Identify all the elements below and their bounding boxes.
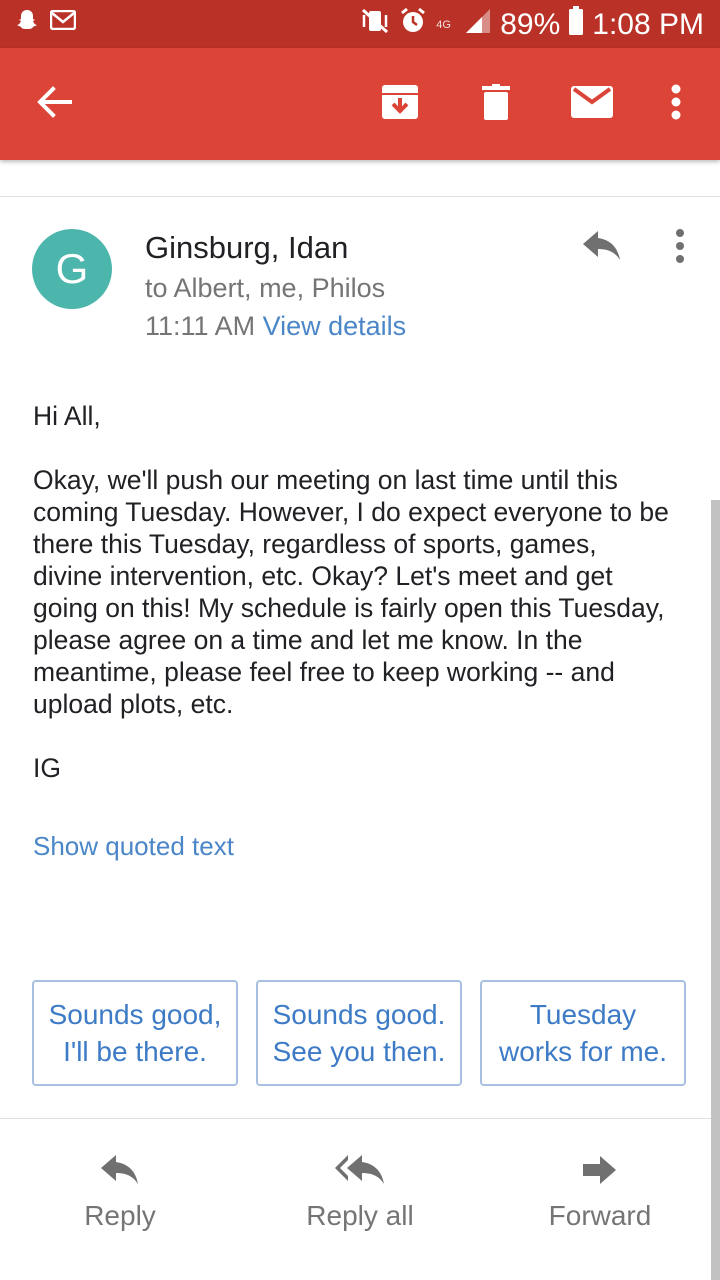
recipients-line: to Albert, me, Philos (145, 273, 386, 303)
network-type-icon: 4G (436, 19, 451, 31)
archive-icon (381, 84, 419, 125)
battery-icon (568, 6, 584, 44)
smart-reply-line: Tuesday (529, 999, 637, 1030)
vibrate-mute-icon (360, 7, 390, 43)
delete-button[interactable] (464, 72, 528, 136)
smart-reply-line: Sounds good. (272, 999, 446, 1030)
reply-label: Reply (84, 1200, 156, 1231)
back-arrow-icon (36, 85, 72, 123)
message-time-line: 11:11 AM View details (145, 311, 406, 342)
status-bar: 4G 89% 1:08 PM (0, 0, 720, 48)
show-quoted-text-link[interactable]: Show quoted text (33, 831, 234, 862)
smart-reply-chip-2[interactable]: Sounds good. See you then. (256, 980, 462, 1086)
body-line: there this Tuesday, regardless of sports… (33, 529, 597, 559)
sender-name: Ginsburg, Idan (145, 230, 349, 265)
reply-all-icon (260, 1150, 460, 1190)
body-line: upload plots, etc. (33, 689, 234, 719)
smart-reply-chip-1[interactable]: Sounds good, I'll be there. (32, 980, 238, 1086)
message-time: 11:11 AM (145, 311, 256, 341)
reply-icon (20, 1150, 220, 1190)
forward-icon (500, 1150, 700, 1190)
message-greeting: Hi All, (33, 401, 101, 431)
message-more-button[interactable] (660, 224, 700, 272)
smart-reply-line: Sounds good, (48, 999, 222, 1030)
header-reply-button[interactable] (574, 224, 630, 272)
back-button[interactable] (22, 72, 86, 136)
body-line: going on this! My schedule is fairly ope… (33, 593, 665, 623)
reply-icon (583, 230, 621, 266)
more-vert-icon (675, 228, 685, 269)
clock: 1:08 PM (592, 8, 704, 41)
snapchat-icon (16, 8, 38, 37)
mark-unread-button[interactable] (560, 72, 624, 136)
forward-label: Forward (548, 1200, 652, 1231)
smart-reply-line: See you then. (272, 1036, 446, 1067)
smart-reply-line: works for me. (498, 1036, 668, 1067)
actions-divider (0, 1118, 720, 1119)
message-signature: IG (33, 753, 61, 783)
notification-icons (16, 8, 77, 37)
more-vert-icon (671, 84, 681, 125)
scrollbar[interactable] (711, 500, 720, 1280)
signal-icon (464, 7, 492, 43)
forward-action-button[interactable]: Forward (500, 1150, 700, 1232)
smart-reply-chip-3[interactable]: Tuesday works for me. (480, 980, 686, 1086)
sender-avatar[interactable]: G (32, 229, 112, 309)
message-body: Okay, we'll push our meeting on last tim… (33, 464, 703, 720)
reply-all-action-button[interactable]: Reply all (260, 1150, 460, 1232)
header-divider (0, 196, 720, 197)
battery-percent: 89% (500, 8, 561, 41)
body-line: meantime, please feel free to keep worki… (33, 657, 615, 687)
reply-all-label: Reply all (306, 1200, 414, 1231)
view-details-link[interactable]: View details (263, 311, 407, 341)
status-right: 4G 89% 1:08 PM (360, 6, 704, 44)
body-line: Okay, we'll push our meeting on last tim… (33, 465, 618, 495)
body-line: please agree on a time and let me know. … (33, 625, 583, 655)
alarm-icon (398, 6, 428, 44)
smart-reply-line: I'll be there. (63, 1036, 207, 1067)
gmail-notification-icon (49, 9, 77, 35)
app-bar (0, 48, 720, 160)
archive-button[interactable] (368, 72, 432, 136)
avatar-letter: G (55, 245, 89, 292)
body-line: coming Tuesday. However, I do expect eve… (33, 497, 669, 527)
delete-icon (482, 83, 510, 125)
more-options-button[interactable] (644, 72, 708, 136)
reply-action-button[interactable]: Reply (20, 1150, 220, 1232)
body-line: divine intervention, etc. Okay? Let's me… (33, 561, 613, 591)
mark-unread-icon (571, 85, 613, 123)
